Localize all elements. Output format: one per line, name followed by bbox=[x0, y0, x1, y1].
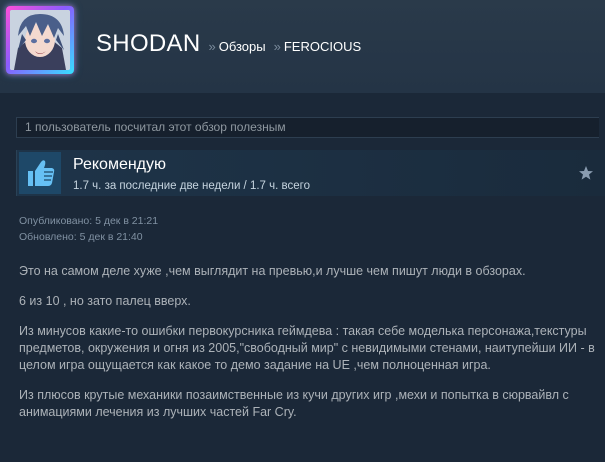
review-body: Это на самом деле хуже ,чем выглядит на … bbox=[19, 263, 597, 434]
review-paragraph: 6 из 10 , но зато палец вверх. bbox=[19, 294, 191, 308]
profile-header: SHODAN » Обзоры » FEROCIOUS bbox=[0, 0, 605, 93]
review-page: SHODAN » Обзоры » FEROCIOUS 1 пользовате… bbox=[0, 0, 605, 462]
recommendation-header: Рекомендую 1.7 ч. за последние две недел… bbox=[16, 150, 605, 196]
updated-date: Обновлено: 5 дек в 21:40 bbox=[19, 231, 143, 243]
playtime-hours: 1.7 ч. за последние две недели / 1.7 ч. … bbox=[73, 180, 310, 192]
avatar[interactable] bbox=[6, 6, 74, 74]
star-icon[interactable] bbox=[578, 165, 594, 181]
review-paragraph: Из минусов какие-то ошибки первокурсника… bbox=[19, 324, 595, 372]
breadcrumb-separator: » bbox=[208, 39, 216, 54]
breadcrumb-separator: » bbox=[273, 39, 281, 54]
thumbs-up-icon bbox=[19, 152, 61, 194]
review-dates: Опубликовано: 5 дек в 21:21 Обновлено: 5… bbox=[19, 213, 158, 245]
breadcrumb-game-link[interactable]: FEROCIOUS bbox=[284, 39, 361, 54]
breadcrumb-reviews-link[interactable]: Обзоры bbox=[219, 39, 266, 54]
helpful-count: 1 пользователь посчитал этот обзор полез… bbox=[16, 117, 599, 138]
published-date: Опубликовано: 5 дек в 21:21 bbox=[19, 215, 159, 227]
breadcrumb: SHODAN » Обзоры » FEROCIOUS bbox=[96, 30, 361, 64]
username-link[interactable]: SHODAN bbox=[96, 30, 200, 58]
recommendation-title: Рекомендую bbox=[73, 156, 167, 173]
avatar-image bbox=[10, 10, 70, 70]
review-paragraph: Из плюсов крутые механики позаимственные… bbox=[19, 388, 569, 419]
review-paragraph: Это на самом деле хуже ,чем выглядит на … bbox=[19, 264, 526, 278]
